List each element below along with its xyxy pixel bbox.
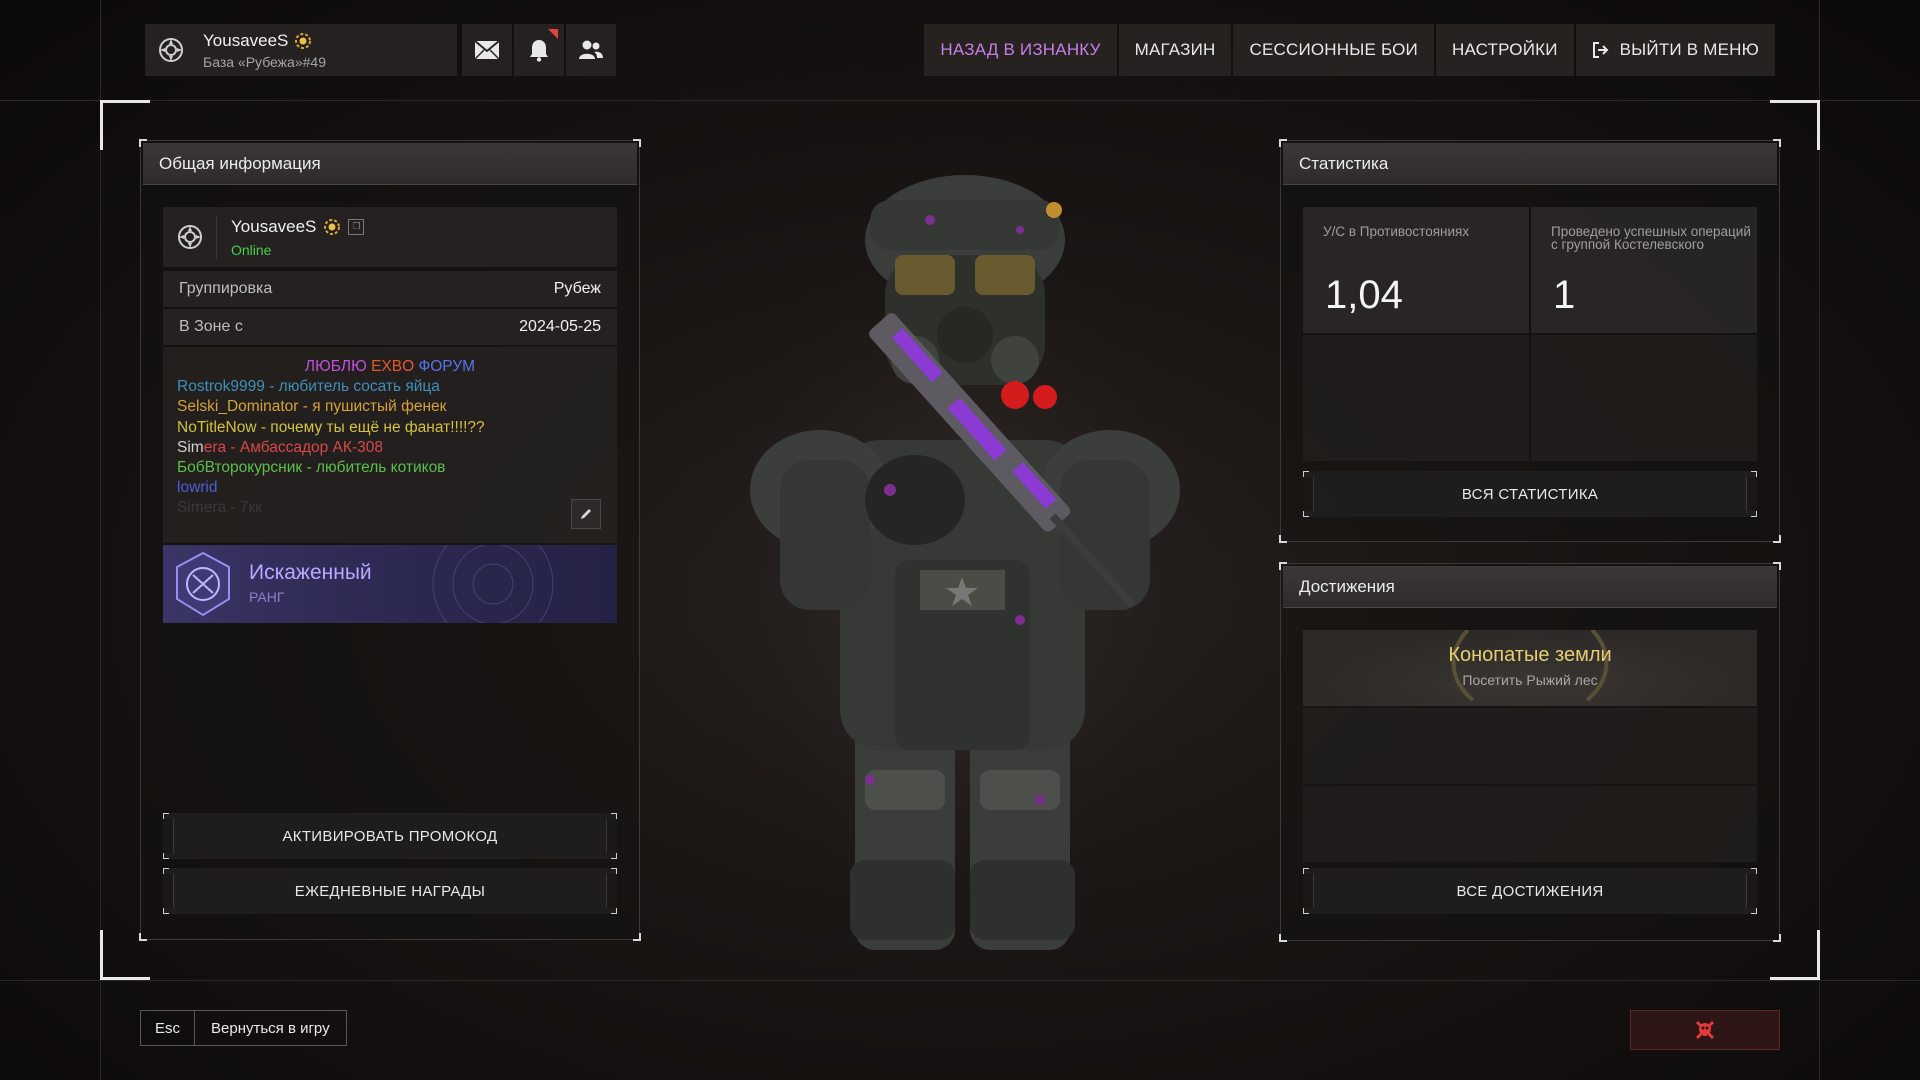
row-key: Группировка xyxy=(179,280,273,297)
panel-title: Статистика xyxy=(1283,143,1777,185)
bio-segment: ФОРУМ xyxy=(418,358,476,375)
laurel-icon xyxy=(1451,630,1609,702)
mail-button[interactable] xyxy=(462,24,512,76)
achievement-item[interactable]: Конопатые земли Посетить Рыжий лес xyxy=(1303,630,1757,706)
nav-exit-label: ВЫЙТИ В МЕНЮ xyxy=(1619,40,1759,59)
faction-emblem-icon xyxy=(145,24,197,76)
activate-promo-button[interactable]: АКТИВИРОВАТЬ ПРОМОКОД xyxy=(163,813,617,859)
report-button[interactable] xyxy=(1630,1010,1780,1050)
bio-line: ЛЮБЛЮ EXBO ФОРУМ xyxy=(177,357,603,377)
bottom-divider xyxy=(0,980,1920,981)
stat-empty xyxy=(1531,335,1757,461)
esc-key: Esc xyxy=(140,1010,195,1046)
stat-kd: У/С в Противостояниях 1,04 xyxy=(1303,207,1529,333)
bio-line: NoTitleNow - почему ты ещё не фанат!!!!?… xyxy=(177,418,603,438)
rank-emblem-icon xyxy=(176,551,230,617)
nav-settings[interactable]: НАСТРОЙКИ xyxy=(1435,24,1574,76)
bio-text: ЛЮБЛЮ EXBO ФОРУМ Rostrok9999 - любитель с… xyxy=(163,347,617,543)
rank-name: Искаженный xyxy=(249,561,372,584)
left-frame-line xyxy=(100,0,101,1080)
copy-icon[interactable]: ❐ xyxy=(348,218,365,235)
notifications-button[interactable] xyxy=(514,24,564,76)
achievement-slot-empty xyxy=(1303,786,1757,862)
exit-icon xyxy=(1592,42,1609,58)
achievement-title: Конопатые земли xyxy=(1448,644,1612,666)
button-label: ЕЖЕДНЕВНЫЕ НАГРАДЫ xyxy=(294,882,486,900)
online-status: Online xyxy=(231,241,272,258)
achievement-description: Посетить Рыжий лес xyxy=(1462,672,1598,688)
stat-empty xyxy=(1303,335,1529,461)
nav-shop[interactable]: МАГАЗИН xyxy=(1118,24,1232,76)
profile-nickname: YousaveeS xyxy=(203,30,289,50)
stat-label: У/С в Противостояниях xyxy=(1323,224,1470,239)
stat-label: Проведено успешных операций с группой Ко… xyxy=(1551,224,1751,252)
profile-base: База «Рубежа»#49 xyxy=(203,53,326,70)
mail-icon xyxy=(474,40,500,60)
bio-line: Simera - Амбассадор АК-308 xyxy=(177,438,603,458)
panel-title: Общая информация xyxy=(143,143,637,185)
skull-icon xyxy=(1695,1020,1715,1040)
nav-session-battles[interactable]: СЕССИОННЫЕ БОИ xyxy=(1233,24,1434,76)
zone-since-row: В Зоне с 2024-05-25 xyxy=(163,309,617,345)
panel-title: Достижения xyxy=(1283,566,1777,608)
bio-segment: lowrid xyxy=(177,479,218,497)
button-label: ВСЕ ДОСТИЖЕНИЯ xyxy=(1456,882,1604,900)
profile-header[interactable]: YousaveeS База «Рубежа»#49 xyxy=(145,24,457,76)
bio-line: Simera - 7кк xyxy=(177,498,603,518)
faction-row: Группировка Рубеж xyxy=(163,271,617,307)
bio-segment: Selski_Dominator - я пушистый фенек xyxy=(177,398,447,416)
top-frame-line xyxy=(0,100,1920,101)
bio-segment: ЛЮБЛЮ xyxy=(304,358,372,375)
bio-line: Rostrok9999 - любитель сосать яйца xyxy=(177,377,603,397)
friends-icon xyxy=(579,40,603,59)
return-to-game-button[interactable]: Esc Вернуться в игру xyxy=(140,1010,347,1046)
friends-button[interactable] xyxy=(566,24,616,76)
bio-line: Selski_Dominator - я пушистый фенек xyxy=(177,397,603,417)
return-label: Вернуться в игру xyxy=(195,1010,347,1046)
rank-card[interactable]: Искаженный РАНГ xyxy=(163,545,617,623)
bell-icon xyxy=(530,40,548,62)
stat-value: 1 xyxy=(1553,273,1576,317)
achievement-slot-empty xyxy=(1303,708,1757,784)
nav-back-to-underside[interactable]: НАЗАД В ИЗНАНКУ xyxy=(924,24,1117,76)
user-nickname: YousaveeS xyxy=(231,216,317,236)
row-value: 2024-05-25 xyxy=(519,318,601,335)
row-key: В Зоне с xyxy=(179,318,243,335)
general-info-panel: Общая информация YousaveeS ❐ Online Груп… xyxy=(139,139,641,941)
daily-rewards-button[interactable]: ЕЖЕДНЕВНЫЕ НАГРАДЫ xyxy=(163,868,617,914)
rank-label: РАНГ xyxy=(249,589,285,605)
edit-bio-button[interactable] xyxy=(571,499,601,529)
bio-line: БобВторокурсник - любитель котиков xyxy=(177,458,603,478)
statistics-panel: Статистика У/С в Противостояниях 1,04 Пр… xyxy=(1279,139,1781,543)
all-statistics-button[interactable]: ВСЯ СТАТИСТИКА xyxy=(1303,471,1757,517)
nav-exit-to-menu[interactable]: ВЫЙТИ В МЕНЮ xyxy=(1575,24,1775,76)
row-value: Рубеж xyxy=(553,280,601,297)
bio-segment: Rostrok9999 - любитель сосать яйца xyxy=(177,378,440,396)
notification-indicator xyxy=(548,29,558,39)
bio-line: lowrid xyxy=(177,478,603,498)
bio-segment: EXBO xyxy=(371,358,419,375)
top-navigation: НАЗАД В ИЗНАНКУ МАГАЗИН СЕССИОННЫЕ БОИ Н… xyxy=(924,24,1775,76)
stat-operations: Проведено успешных операций с группой Ко… xyxy=(1531,207,1757,333)
premium-badge-icon xyxy=(295,32,312,49)
button-label: АКТИВИРОВАТЬ ПРОМОКОД xyxy=(282,827,498,845)
button-label: ВСЯ СТАТИСТИКА xyxy=(1461,485,1599,503)
bio-segment: БобВторокурсник - любитель котиков xyxy=(177,459,446,477)
bio-segment: Sim xyxy=(177,438,204,456)
user-card: YousaveeS ❐ Online xyxy=(163,207,617,267)
right-frame-line xyxy=(1819,0,1820,1080)
achievements-panel: Достижения Конопатые земли Посетить Рыжи… xyxy=(1279,562,1781,942)
premium-badge-icon xyxy=(324,218,341,235)
bio-segment: NoTitleNow - почему ты ещё не фанат!!!!?… xyxy=(177,418,485,436)
bio-segment: era - Амбассадор АК-308 xyxy=(203,438,383,456)
rank-decor xyxy=(176,545,554,623)
character-model[interactable] xyxy=(690,160,1230,970)
pencil-icon xyxy=(581,509,591,519)
all-achievements-button[interactable]: ВСЕ ДОСТИЖЕНИЯ xyxy=(1303,868,1757,914)
stat-value: 1,04 xyxy=(1325,273,1403,317)
bio-segment: Simera - 7кк xyxy=(177,499,263,517)
faction-emblem-icon xyxy=(163,215,217,259)
